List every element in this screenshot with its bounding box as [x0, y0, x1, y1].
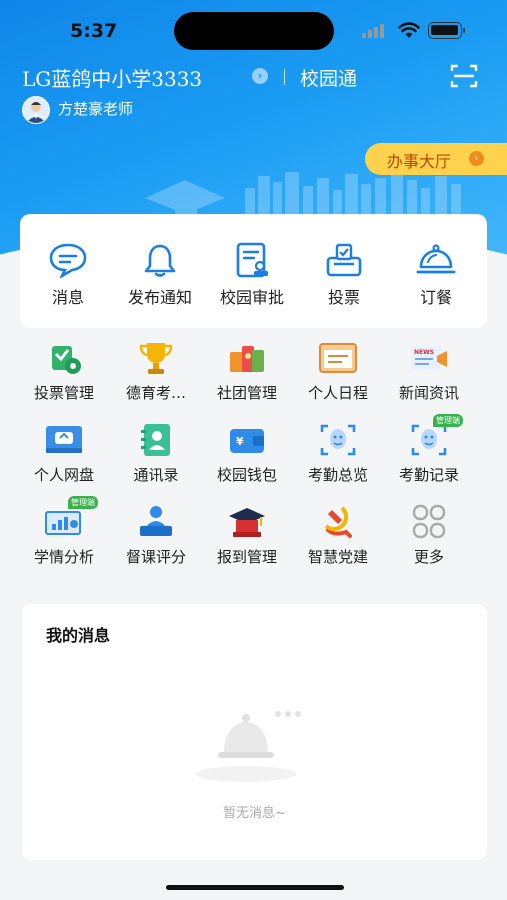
vote-manage-icon — [44, 340, 84, 376]
app-party-building[interactable]: 智慧党建 — [292, 504, 384, 567]
chevron-right-icon: › — [469, 151, 484, 166]
svg-text:NEWS: NEWS — [414, 349, 434, 356]
app-attendance-overview[interactable]: 考勤总览 — [292, 422, 384, 485]
quick-action-label: 投票 — [327, 288, 360, 307]
app-wallet[interactable]: ¥ 校园钱包 — [201, 422, 293, 485]
app-club[interactable]: 社团管理 — [201, 340, 293, 403]
quick-action-approval[interactable]: 校园审批 — [206, 242, 298, 308]
more-icon — [409, 504, 449, 540]
lecture-icon — [136, 504, 176, 540]
home-indicator[interactable] — [166, 885, 344, 890]
app-learning-analysis[interactable]: 管理端 学情分析 — [18, 496, 110, 567]
face-scan-icon — [318, 422, 358, 458]
quick-action-vote[interactable]: 投票 — [298, 242, 390, 308]
wifi-icon — [398, 22, 420, 38]
quick-action-label: 订餐 — [419, 288, 452, 307]
approval-icon — [236, 242, 268, 278]
app-label: 更多 — [413, 548, 444, 566]
app-contacts[interactable]: 通讯录 — [110, 422, 202, 485]
graduation-icon — [227, 504, 267, 540]
status-bar: 5:37 — [0, 0, 507, 60]
app-label: 督课评分 — [125, 548, 186, 566]
quick-action-food[interactable]: 订餐 — [390, 242, 482, 308]
quick-action-message[interactable]: 消息 — [22, 242, 114, 308]
chevron-right-icon[interactable]: › — [252, 68, 268, 84]
app-label: 考勤总览 — [307, 466, 368, 484]
bell-icon — [144, 244, 176, 277]
teacher-name: 方楚豪老师 — [58, 100, 134, 118]
trophy-icon — [136, 340, 176, 376]
quick-action-notify[interactable]: 发布通知 — [114, 242, 206, 308]
user-avatar-icon — [26, 102, 46, 123]
app-label: 校园钱包 — [216, 466, 277, 484]
signal-icon — [362, 24, 384, 38]
app-label: 社团管理 — [216, 384, 277, 402]
app-schedule[interactable]: 个人日程 — [292, 340, 384, 403]
wallet-icon: ¥ — [227, 422, 267, 458]
admin-badge: 管理端 — [433, 414, 463, 427]
app-lecture-rating[interactable]: 督课评分 — [110, 504, 202, 567]
admin-badge: 管理端 — [68, 496, 98, 509]
cloud-drive-icon — [44, 422, 84, 458]
quick-action-label: 消息 — [51, 288, 84, 307]
battery-icon — [428, 22, 465, 39]
app-label: 个人网盘 — [33, 466, 94, 484]
app-moral-exam[interactable]: 德育考… — [110, 340, 202, 403]
service-hall-button[interactable]: 办事大厅 › — [365, 143, 507, 175]
app-check-in[interactable]: 报到管理 — [201, 504, 293, 567]
app-name: 校园通 — [300, 68, 358, 90]
service-hall-label: 办事大厅 — [387, 152, 452, 171]
app-vote-manage[interactable]: 投票管理 — [18, 340, 110, 403]
app-label: 考勤记录 — [398, 466, 459, 484]
message-icon — [49, 243, 87, 278]
app-label: 个人日程 — [307, 384, 368, 402]
quick-actions-card: 消息 发布通知 校园审批 投票 订餐 — [20, 214, 487, 328]
app-label: 学情分析 — [33, 548, 94, 566]
quick-action-label: 发布通知 — [127, 288, 192, 307]
app-news[interactable]: NEWS 新闻资讯 — [383, 340, 475, 403]
scan-icon[interactable] — [450, 63, 478, 89]
app-attendance-record[interactable]: 管理端 考勤记录 — [383, 414, 475, 485]
header-divider — [284, 69, 285, 85]
messages-title: 我的消息 — [46, 626, 111, 645]
status-time: 5:37 — [70, 20, 118, 42]
app-label: 投票管理 — [33, 384, 94, 402]
vote-box-icon — [326, 243, 362, 277]
contacts-icon — [136, 422, 176, 458]
school-name[interactable]: LG蓝鸽中小学3333 — [22, 63, 202, 92]
news-icon: NEWS — [409, 340, 449, 376]
dynamic-island — [174, 12, 334, 50]
app-label: 德育考… — [125, 384, 186, 402]
app-label: 通讯录 — [133, 466, 179, 484]
app-label: 报到管理 — [216, 548, 277, 566]
food-cloche-icon — [416, 244, 456, 274]
messages-card: 我的消息 暂无消息~ — [22, 604, 487, 860]
app-label: 新闻资讯 — [398, 384, 459, 402]
empty-message-text: 暂无消息~ — [223, 806, 286, 821]
svg-text:¥: ¥ — [236, 435, 244, 448]
analysis-icon: 管理端 — [44, 496, 98, 540]
app-more[interactable]: 更多 — [383, 504, 475, 567]
app-cloud-drive[interactable]: 个人网盘 — [18, 422, 110, 485]
club-icon — [227, 340, 267, 376]
schedule-icon — [318, 340, 358, 376]
empty-cloche-icon — [196, 711, 301, 782]
quick-action-label: 校园审批 — [219, 288, 284, 307]
face-record-icon: 管理端 — [409, 414, 463, 458]
avatar[interactable] — [22, 96, 50, 124]
app-label: 智慧党建 — [307, 548, 368, 566]
party-icon — [318, 504, 358, 540]
